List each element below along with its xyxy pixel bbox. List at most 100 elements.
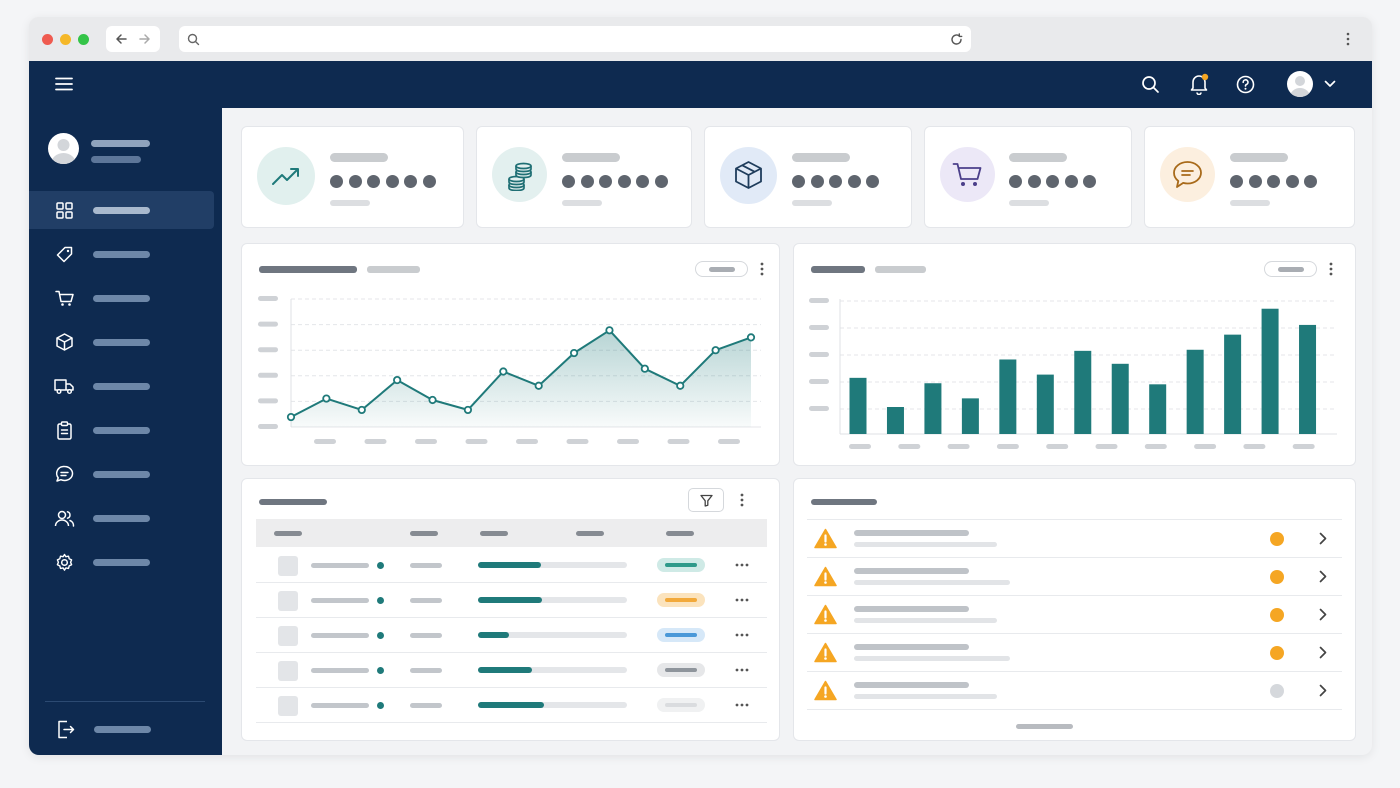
alert-row[interactable]: [807, 557, 1342, 595]
bar[interactable]: [1224, 334, 1242, 434]
bar[interactable]: [1149, 384, 1167, 434]
sidebar-item-orders[interactable]: [29, 279, 214, 317]
x-tick-label: [849, 444, 871, 449]
data-point[interactable]: [605, 326, 614, 335]
stat-card-products[interactable]: [704, 126, 912, 228]
x-tick-label: [415, 439, 437, 444]
data-point[interactable]: [393, 375, 402, 385]
x-tick-label: [1144, 444, 1167, 449]
sidebar-item-logout[interactable]: [29, 711, 214, 749]
status-dot: [377, 632, 384, 639]
data-point[interactable]: [428, 395, 437, 405]
alert-status-dot: [1270, 684, 1284, 698]
bar[interactable]: [886, 407, 904, 434]
more-horizontal-icon[interactable]: [735, 632, 749, 638]
avatar[interactable]: [1287, 71, 1313, 97]
forward-arrow-icon[interactable]: [138, 32, 152, 46]
alert-row[interactable]: [807, 671, 1342, 709]
kebab-menu-icon[interactable]: [1328, 262, 1334, 276]
stat-card-sales[interactable]: [241, 126, 464, 228]
data-point[interactable]: [499, 367, 508, 376]
date-range-select[interactable]: [1264, 261, 1317, 277]
sidebar-item-tags[interactable]: [29, 235, 214, 273]
data-point[interactable]: [286, 412, 296, 422]
stat-card-messages[interactable]: [1144, 126, 1355, 228]
gear-icon: [56, 553, 73, 571]
data-point[interactable]: [746, 333, 756, 342]
bar[interactable]: [924, 383, 942, 434]
chevron-down-icon[interactable]: [1324, 80, 1336, 88]
bar[interactable]: [849, 377, 867, 434]
reload-icon[interactable]: [950, 33, 963, 46]
chevron-right-icon[interactable]: [1319, 684, 1327, 697]
close-window-button[interactable]: [42, 34, 53, 45]
table-row[interactable]: [256, 653, 767, 688]
hamburger-menu-icon[interactable]: [55, 77, 73, 91]
bell-icon[interactable]: [1189, 73, 1209, 95]
row-divider: [807, 709, 1342, 710]
more-horizontal-icon[interactable]: [735, 702, 749, 708]
data-point[interactable]: [569, 348, 579, 358]
chevron-right-icon[interactable]: [1319, 570, 1327, 583]
stat-card-orders[interactable]: [924, 126, 1132, 228]
chevron-right-icon[interactable]: [1319, 608, 1327, 621]
app-header: [29, 61, 1372, 108]
bar[interactable]: [1036, 374, 1054, 434]
alert-row[interactable]: [807, 595, 1342, 633]
table-row[interactable]: [256, 688, 767, 723]
sidebar-item-customers[interactable]: [29, 499, 214, 537]
data-point[interactable]: [322, 394, 331, 403]
date-range-select[interactable]: [695, 261, 748, 277]
bar[interactable]: [961, 398, 979, 434]
table-row[interactable]: [256, 548, 767, 583]
chevron-right-icon[interactable]: [1319, 646, 1327, 659]
bar[interactable]: [1261, 308, 1279, 434]
bar[interactable]: [1299, 324, 1317, 434]
data-point[interactable]: [463, 405, 473, 415]
alert-status-dot: [1270, 646, 1284, 660]
table-row[interactable]: [256, 618, 767, 653]
bar[interactable]: [1186, 349, 1204, 434]
sidebar-item-shipping[interactable]: [29, 367, 214, 405]
more-horizontal-icon[interactable]: [735, 597, 749, 603]
address-bar[interactable]: [179, 26, 971, 52]
sidebar-item-dashboard[interactable]: [29, 191, 214, 229]
minimize-window-button[interactable]: [60, 34, 71, 45]
view-all-link[interactable]: [1016, 724, 1073, 729]
help-icon[interactable]: [1236, 75, 1255, 94]
data-point[interactable]: [640, 364, 649, 373]
bar[interactable]: [1074, 350, 1092, 434]
more-horizontal-icon[interactable]: [735, 667, 749, 673]
maximize-window-button[interactable]: [78, 34, 89, 45]
data-point[interactable]: [534, 381, 543, 390]
kebab-menu-icon[interactable]: [1345, 32, 1351, 46]
kebab-menu-icon[interactable]: [759, 262, 765, 276]
sidebar-item-reports[interactable]: [29, 411, 214, 449]
stat-card-revenue[interactable]: [476, 126, 692, 228]
more-horizontal-icon[interactable]: [735, 562, 749, 568]
status-dot: [377, 667, 384, 674]
chevron-right-icon[interactable]: [1319, 532, 1327, 545]
bar[interactable]: [1111, 363, 1129, 434]
filter-button[interactable]: [688, 488, 724, 512]
data-point[interactable]: [676, 381, 685, 390]
alert-title: [854, 606, 969, 612]
sidebar-item-label: [94, 726, 151, 733]
row-thumbnail: [278, 661, 298, 681]
alert-row[interactable]: [807, 519, 1342, 557]
search-icon[interactable]: [1141, 75, 1160, 94]
sidebar-item-settings[interactable]: [29, 543, 214, 581]
data-point[interactable]: [357, 405, 366, 415]
row-divider: [256, 722, 767, 723]
kebab-menu-icon[interactable]: [739, 493, 745, 507]
x-tick-label: [996, 444, 1019, 449]
table-row[interactable]: [256, 583, 767, 618]
sidebar-item-messages[interactable]: [29, 455, 214, 493]
alert-row[interactable]: [807, 633, 1342, 671]
truck-icon: [54, 379, 74, 394]
sidebar-user-role: [91, 156, 141, 163]
back-arrow-icon[interactable]: [114, 32, 128, 46]
data-point[interactable]: [711, 346, 720, 355]
bar[interactable]: [999, 359, 1017, 434]
sidebar-item-products[interactable]: [29, 323, 214, 361]
